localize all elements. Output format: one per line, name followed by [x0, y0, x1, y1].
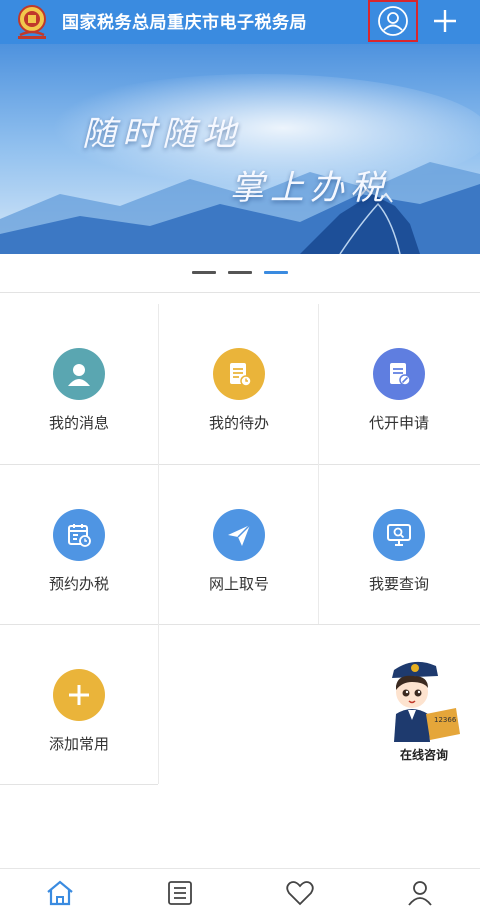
tab-profile[interactable]	[400, 877, 440, 909]
grid-item-online-queue[interactable]: 网上取号	[160, 465, 318, 623]
grid-item-my-messages[interactable]: 我的消息	[0, 304, 158, 462]
grid-item-label: 网上取号	[208, 575, 269, 593]
bottom-tab-bar	[0, 868, 480, 915]
grid-item-label: 我的消息	[48, 414, 109, 432]
calendar-clock-icon	[53, 509, 105, 561]
grid-item-query[interactable]: 我要查询	[320, 465, 478, 623]
document-edit-icon	[373, 348, 425, 400]
plus-icon	[434, 10, 456, 32]
online-consultation-label: 在线咨询	[399, 748, 448, 762]
app-title: 国家税务总局重庆市电子税务局	[62, 13, 307, 33]
grid-item-label: 我要查询	[368, 575, 429, 593]
grid-divider	[158, 624, 159, 784]
grid-item-invoice-request[interactable]: 代开申请	[320, 304, 478, 462]
grid-item-label: 预约办税	[48, 575, 109, 593]
user-icon	[408, 881, 432, 906]
heart-icon	[286, 881, 314, 906]
grid-item-label: 我的待办	[208, 414, 269, 432]
grid-divider	[318, 304, 319, 624]
home-icon	[47, 880, 73, 906]
document-clock-icon	[213, 348, 265, 400]
user-profile-button[interactable]	[368, 0, 418, 42]
add-button[interactable]	[428, 4, 462, 38]
banner-carousel[interactable]: 随时随地 掌上办税	[0, 44, 480, 254]
tab-list[interactable]	[160, 877, 200, 909]
user-icon	[378, 6, 408, 36]
paper-plane-icon	[213, 509, 265, 561]
grid-item-add-favorite[interactable]: 添加常用	[0, 625, 158, 783]
carousel-dot-3[interactable]	[264, 270, 288, 274]
assistant-mascot-icon	[392, 661, 460, 742]
person-icon	[53, 348, 105, 400]
list-icon	[168, 881, 192, 905]
tax-emblem-icon	[18, 5, 46, 39]
app-header: 国家税务总局重庆市电子税务局	[0, 0, 480, 44]
carousel-indicators	[0, 254, 480, 290]
grid-divider	[0, 292, 480, 293]
tab-favorites[interactable]	[280, 877, 320, 909]
carousel-dot-1[interactable]	[192, 270, 216, 274]
carousel-dot-2[interactable]	[228, 270, 252, 274]
hotline-label: 12366	[434, 716, 457, 724]
monitor-search-icon	[373, 509, 425, 561]
plus-icon	[53, 669, 105, 721]
banner-slogan-line2: 掌上办税	[230, 168, 390, 208]
grid-item-appointment[interactable]: 预约办税	[0, 465, 158, 623]
grid-item-label: 代开申请	[368, 414, 429, 432]
grid-divider	[0, 784, 158, 785]
tab-home[interactable]	[40, 877, 80, 909]
banner-slogan-line1: 随时随地	[82, 114, 242, 154]
grid-item-label: 添加常用	[48, 735, 109, 753]
grid-item-my-todos[interactable]: 我的待办	[160, 304, 318, 462]
grid-divider	[158, 304, 159, 624]
online-consultation-button[interactable]: 12366 在线咨询	[384, 656, 464, 766]
